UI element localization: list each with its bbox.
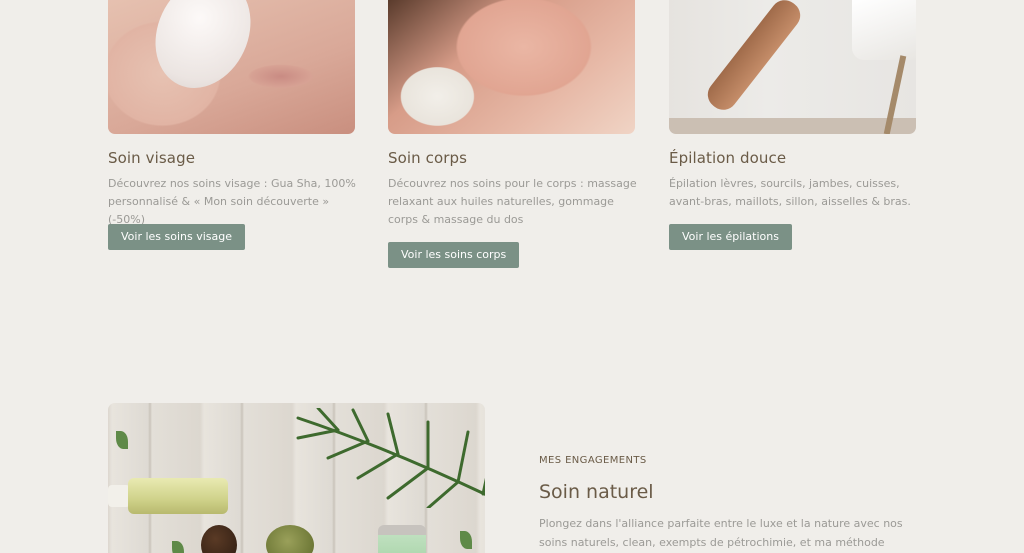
body-care-image [388,0,635,134]
service-title: Soin corps [388,149,468,167]
view-waxing-button[interactable]: Voir les épilations [669,224,792,250]
stool-leg-shape [883,55,907,134]
leg-shape [702,0,806,116]
page: Soin visage Découvrez nos soins visage :… [0,0,1024,553]
oil-bottle-cap [108,485,130,507]
gua-sha-disc [137,0,269,104]
dark-jar [201,525,237,553]
natural-products-image [108,403,485,553]
robe-shape [852,0,916,60]
service-title: Soin visage [108,149,196,167]
service-description: Découvrez nos soins visage : Gua Sha, 10… [108,177,356,226]
section-kicker: MES ENGAGEMENTS [539,455,647,466]
palm-leaf-icon [296,408,485,508]
service-card-visage: Soin visage Découvrez nos soins visage :… [108,0,356,250]
service-title: Épilation douce [669,149,787,167]
section-text: Plongez dans l'alliance parfaite entre l… [539,517,903,549]
service-description: Découvrez nos soins pour le corps : mass… [388,177,637,226]
green-jar [266,525,314,553]
oil-bottle [128,478,228,514]
view-facial-care-button[interactable]: Voir les soins visage [108,224,246,250]
section-title: Soin naturel [539,481,654,503]
service-description: Épilation lèvres, sourcils, jambes, cuis… [669,177,911,208]
view-body-care-button[interactable]: Voir les soins corps [388,242,520,268]
leaf-icon [116,431,128,449]
waxing-image [669,0,916,134]
service-card-corps: Soin corps Découvrez nos soins pour le c… [388,0,637,268]
leaf-icon [172,541,184,553]
mint-jar [378,525,426,553]
leaf-icon [460,531,472,549]
facial-care-image [108,0,355,134]
service-card-epilation: Épilation douce Épilation lèvres, sourci… [669,0,916,250]
